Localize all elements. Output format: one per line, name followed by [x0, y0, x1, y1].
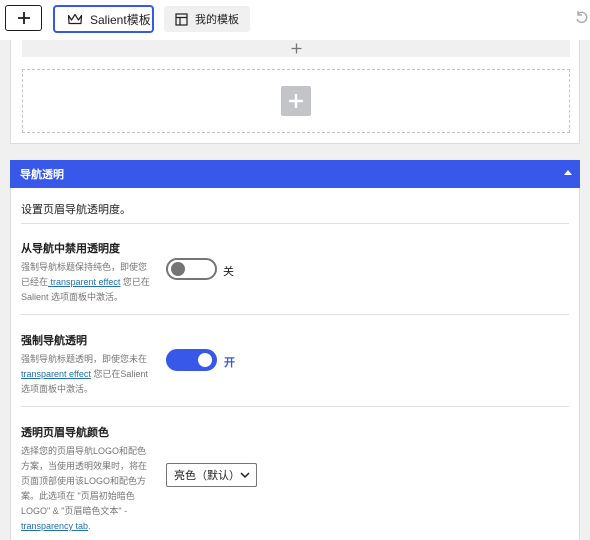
disable-transparency-toggle[interactable]	[166, 258, 217, 280]
plus-icon	[17, 12, 30, 24]
setting-nav-color: 透明页眉导航颜色 选择您的页眉导航LOGO和配色方案，当使用透明效果时，将在页面…	[21, 424, 569, 534]
setting-help: 强制导航标题透明，即使您未在transparent effect 您已在Sali…	[21, 352, 153, 397]
panel-description: 设置页眉导航透明度。	[21, 204, 131, 216]
template-toolbar: Salient模板 我的模板	[0, 0, 590, 40]
divider	[21, 314, 569, 315]
toggle-knob	[171, 262, 185, 276]
tab-salient-templates[interactable]: Salient模板	[53, 5, 154, 33]
add-element-button[interactable]	[5, 5, 42, 31]
help-text: .	[88, 521, 91, 531]
help-text: 选择您的页眉导航LOGO和配色方案，当使用透明效果时，将在页面顶部使用该LOGO…	[21, 446, 148, 516]
setting-help: 强制导航标题保持纯色，即使您已经在 transparent effect 您已在…	[21, 260, 153, 305]
setting-title: 从导航中禁用透明度	[21, 243, 120, 255]
transparency-tab-link[interactable]: transparency tab	[21, 521, 88, 531]
select-value: 亮色（默认）	[174, 470, 240, 482]
layout-icon	[175, 12, 188, 26]
nav-transparency-panel: 导航透明 设置页眉导航透明度。 从导航中禁用透明度 强制导航标题保持纯色，即使您…	[10, 160, 580, 540]
add-row-bar[interactable]	[22, 40, 570, 57]
toggle-state-label: 开	[224, 357, 235, 369]
toggle-knob	[198, 353, 212, 367]
transparent-effect-link[interactable]: transparent effect	[48, 277, 121, 287]
setting-help: 选择您的页眉导航LOGO和配色方案，当使用透明效果时，将在页面顶部使用该LOGO…	[21, 444, 153, 534]
tab-my-templates-label: 我的模板	[195, 14, 239, 26]
setting-title: 透明页眉导航颜色	[21, 427, 109, 439]
builder-panel	[10, 40, 580, 144]
plus-icon	[289, 94, 303, 108]
setting-disable-transparency: 从导航中禁用透明度 强制导航标题保持纯色，即使您已经在 transparent …	[21, 240, 569, 305]
drop-zone[interactable]	[22, 69, 570, 133]
nav-color-select[interactable]: 亮色（默认）	[166, 463, 257, 487]
setting-force-transparency: 强制导航透明 强制导航标题透明，即使您未在transparent effect …	[21, 332, 569, 397]
panel-header[interactable]: 导航透明	[10, 160, 580, 188]
collapse-caret-icon[interactable]	[564, 170, 572, 175]
chevron-down-icon	[240, 472, 250, 479]
transparent-effect-link[interactable]: transparent effect	[21, 369, 91, 379]
help-text: 强制导航标题透明，即使您未在	[21, 354, 148, 364]
add-block-button[interactable]	[281, 86, 311, 116]
plus-icon	[291, 43, 301, 54]
force-transparency-toggle[interactable]	[166, 349, 217, 371]
divider	[21, 223, 569, 224]
tab-my-templates[interactable]: 我的模板	[164, 6, 250, 32]
tab-salient-label: Salient模板	[90, 12, 151, 27]
toggle-state-label: 关	[223, 266, 234, 278]
crown-icon	[67, 13, 83, 25]
panel-title: 导航透明	[20, 169, 64, 181]
setting-title: 强制导航透明	[21, 335, 87, 347]
divider	[21, 406, 569, 407]
undo-icon[interactable]	[574, 10, 590, 26]
